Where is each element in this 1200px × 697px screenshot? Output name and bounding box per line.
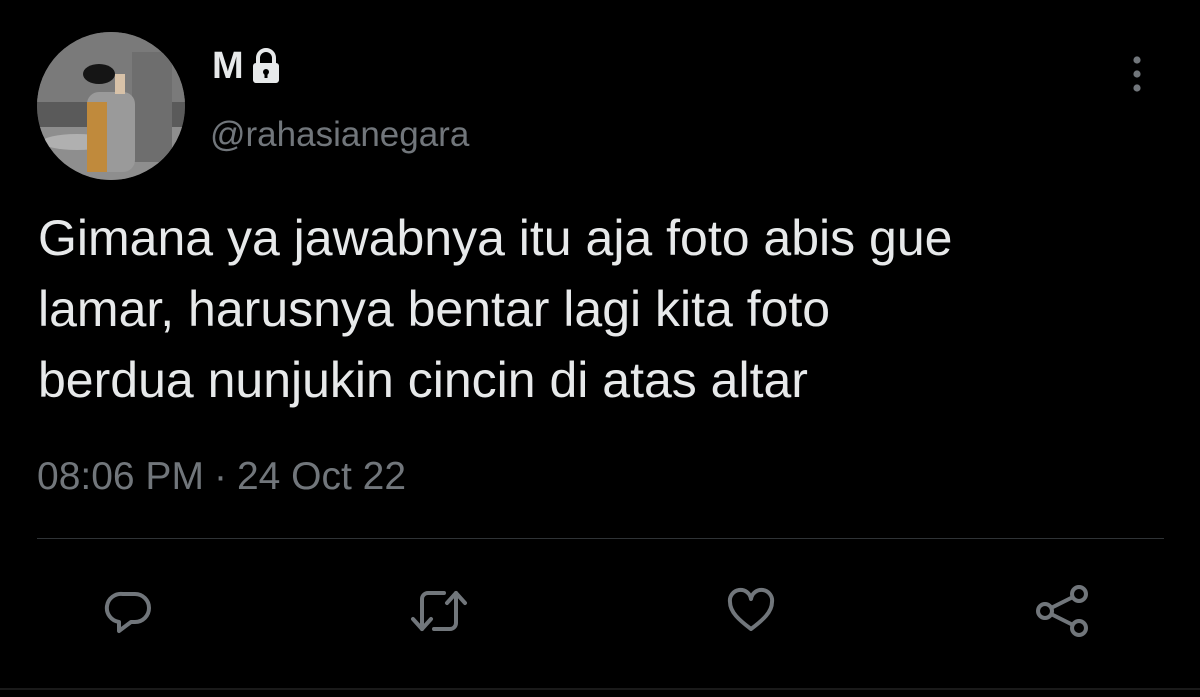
reply-button[interactable] [94, 576, 164, 646]
lock-icon [248, 46, 284, 86]
avatar[interactable] [37, 32, 185, 180]
tweet-card: M @rahasianegara Gimana ya jawabnya itu … [0, 0, 1200, 697]
display-name-row: M [212, 44, 284, 88]
tweet-date: 24 Oct 22 [236, 455, 407, 498]
tweet-time: 08:06 PM [37, 455, 204, 498]
tweet-timestamp[interactable]: 08:06 PM · 24 Oct 22 [37, 455, 406, 499]
share-button[interactable] [1027, 576, 1097, 646]
retweet-icon [411, 591, 467, 631]
divider [37, 538, 1164, 539]
bottom-border [0, 688, 1200, 690]
share-icon [1036, 585, 1088, 637]
reply-icon [104, 591, 151, 633]
retweet-button[interactable] [404, 576, 474, 646]
tweet-text: Gimana ya jawabnya itu aja foto abis gue… [38, 210, 953, 408]
timestamp-separator: · [213, 455, 227, 498]
action-bar [0, 576, 1200, 646]
user-handle[interactable]: @rahasianegara [210, 115, 469, 155]
more-vertical-icon[interactable] [1124, 50, 1150, 98]
heart-icon [727, 587, 775, 631]
like-button[interactable] [716, 576, 786, 646]
display-name[interactable]: M [212, 45, 244, 88]
